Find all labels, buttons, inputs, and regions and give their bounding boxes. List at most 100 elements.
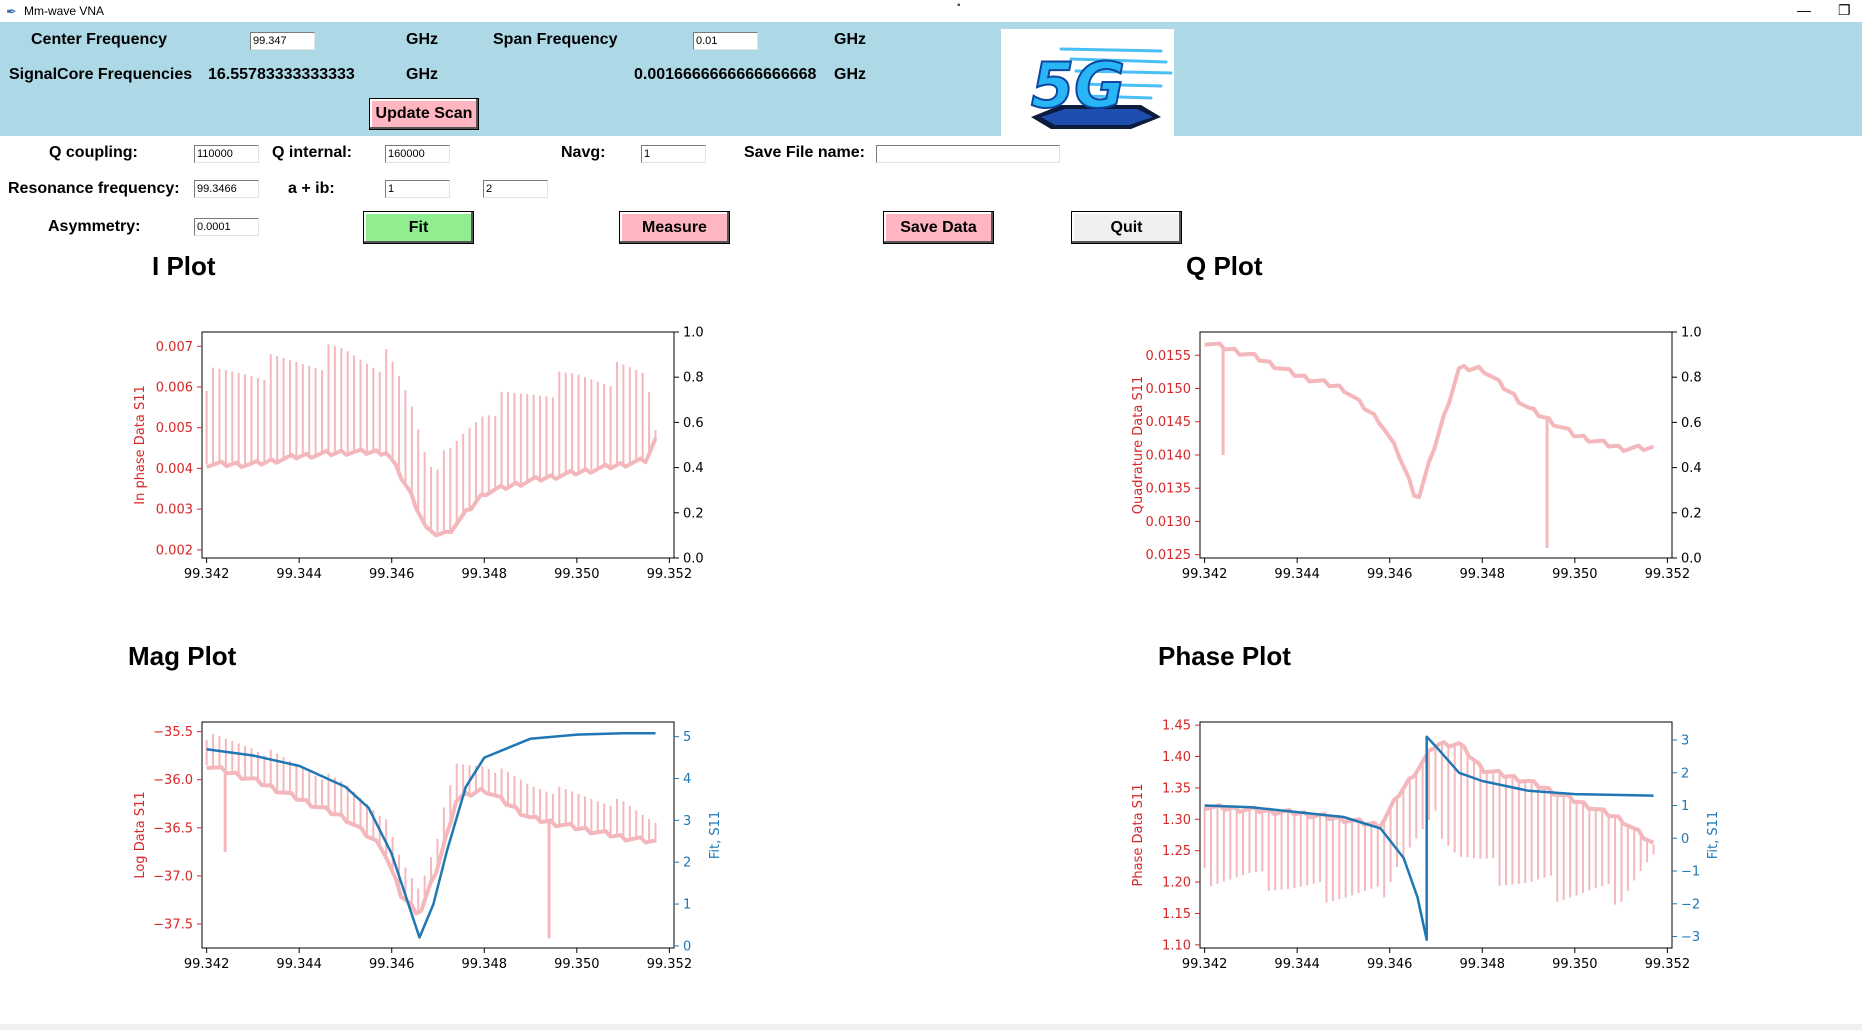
resonance-frequency-input[interactable] bbox=[194, 180, 259, 198]
logo-5g: 5G bbox=[1001, 29, 1174, 136]
mag-xtick-label: 99.346 bbox=[369, 957, 415, 972]
i-right-ytick-label: 0.2 bbox=[683, 506, 704, 521]
save-data-button[interactable]: Save Data bbox=[883, 211, 994, 244]
q-ytick-label: 0.0140 bbox=[1146, 448, 1192, 463]
mag-xtick-label: 99.352 bbox=[647, 957, 693, 972]
q-xtick-label: 99.350 bbox=[1552, 567, 1598, 582]
q-coupling-input[interactable] bbox=[194, 145, 259, 163]
i-right-ytick-label: 1.0 bbox=[683, 326, 704, 341]
span-frequency-unit: GHz bbox=[834, 31, 866, 48]
i-ytick-label: 0.006 bbox=[156, 380, 193, 395]
q-ylabel: Quadrature Data S11 bbox=[1131, 376, 1146, 515]
mag-ytick-label: −36.0 bbox=[153, 773, 193, 788]
mag-right-ytick-label: 3 bbox=[683, 814, 691, 829]
drag-handle-icon[interactable]: ▪ bbox=[957, 0, 961, 11]
mag-plot-chart: 99.342 99.344 99.346 99.348 99.350 99.352 −35.… bbox=[133, 721, 723, 972]
navg-input[interactable] bbox=[641, 145, 706, 163]
phase-right-ytick-label: −3 bbox=[1681, 930, 1700, 945]
phase-plot-chart: 99.342 99.344 99.346 99.348 99.350 99.352 1.10… bbox=[1131, 719, 1721, 972]
span-frequency-input[interactable] bbox=[693, 32, 758, 50]
i-plot-title: I Plot bbox=[152, 251, 216, 281]
mag-right-ylabel: Fit, S11 bbox=[708, 811, 723, 859]
q-ytick-label: 0.0150 bbox=[1146, 382, 1192, 397]
i-right-ytick-label: 0.6 bbox=[683, 416, 704, 431]
mag-data-line bbox=[206, 765, 656, 916]
q-ytick-label: 0.0135 bbox=[1146, 482, 1192, 497]
signalcore-center-unit: GHz bbox=[406, 66, 438, 83]
phase-ylabel: Phase Data S11 bbox=[1131, 784, 1146, 887]
resonance-frequency-label: Resonance frequency: bbox=[8, 180, 180, 197]
mag-xtick-label: 99.348 bbox=[462, 957, 508, 972]
i-xtick-label: 99.352 bbox=[647, 567, 693, 582]
window-titlebar: ✒ Mm-wave VNA ▪ — ❐ bbox=[0, 0, 1862, 22]
i-ytick-label: 0.007 bbox=[156, 340, 193, 355]
mag-fit-line bbox=[206, 732, 656, 939]
i-ytick-label: 0.002 bbox=[156, 543, 193, 558]
signalcore-span-value: 0.0016666666666666668 bbox=[634, 66, 817, 83]
phase-xtick-label: 99.352 bbox=[1645, 957, 1691, 972]
q-right-ytick-label: 1.0 bbox=[1681, 326, 1702, 341]
measure-button[interactable]: Measure bbox=[619, 211, 730, 244]
mag-ytick-label: −36.5 bbox=[153, 821, 193, 836]
fit-button[interactable]: Fit bbox=[363, 211, 474, 244]
q-ytick-label: 0.0130 bbox=[1146, 515, 1192, 530]
i-ylabel: In phase Data S11 bbox=[133, 385, 148, 505]
phase-xtick-label: 99.346 bbox=[1367, 957, 1413, 972]
phase-ytick-label: 1.15 bbox=[1162, 907, 1191, 922]
q-plot-title: Q Plot bbox=[1186, 251, 1263, 281]
mag-xtick-label: 99.344 bbox=[276, 957, 322, 972]
i-ytick-label: 0.005 bbox=[156, 421, 193, 436]
status-strip bbox=[0, 1024, 1862, 1030]
center-frequency-unit: GHz bbox=[406, 31, 438, 48]
signalcore-center-value: 16.55783333333333 bbox=[208, 66, 355, 83]
a-real-input[interactable] bbox=[385, 180, 450, 198]
i-ytick-label: 0.003 bbox=[156, 503, 193, 518]
phase-right-ytick-label: −2 bbox=[1681, 897, 1700, 912]
q-right-ytick-label: 0.6 bbox=[1681, 416, 1702, 431]
mag-right-ytick-label: 1 bbox=[683, 898, 691, 913]
phase-ytick-label: 1.10 bbox=[1162, 938, 1191, 953]
minimize-button[interactable]: — bbox=[1797, 2, 1811, 18]
q-xtick-label: 99.342 bbox=[1182, 567, 1228, 582]
i-xtick-label: 99.350 bbox=[554, 567, 600, 582]
feather-icon: ✒ bbox=[6, 4, 17, 19]
i-xtick-label: 99.342 bbox=[184, 567, 230, 582]
q-ytick-label: 0.0145 bbox=[1146, 415, 1192, 430]
phase-ytick-label: 1.40 bbox=[1162, 750, 1191, 765]
i-plot-chart: 99.342 99.344 99.346 99.348 99.350 99.3520.00… bbox=[133, 326, 704, 583]
q-internal-label: Q internal: bbox=[272, 144, 353, 161]
q-xtick-label: 99.352 bbox=[1645, 567, 1691, 582]
phase-ytick-label: 1.25 bbox=[1162, 844, 1191, 859]
logo-5g-graphic: 5G bbox=[1030, 47, 1173, 129]
i-xtick-label: 99.346 bbox=[369, 567, 415, 582]
q-internal-input[interactable] bbox=[385, 145, 450, 163]
phase-right-ytick-label: 2 bbox=[1681, 766, 1689, 781]
q-plot-chart: 99.342 99.344 99.346 99.348 99.350 99.3520.01… bbox=[1131, 326, 1702, 583]
window-title: Mm-wave VNA bbox=[24, 4, 105, 18]
i-right-ytick-label: 0.8 bbox=[683, 371, 704, 386]
update-scan-button[interactable]: Update Scan bbox=[369, 98, 479, 130]
save-file-name-input[interactable] bbox=[876, 145, 1060, 163]
asymmetry-input[interactable] bbox=[194, 218, 259, 236]
phase-xtick-label: 99.342 bbox=[1182, 957, 1228, 972]
mag-xtick-label: 99.350 bbox=[554, 957, 600, 972]
b-imag-input[interactable] bbox=[483, 180, 548, 198]
mag-right-ytick-label: 2 bbox=[683, 856, 691, 871]
phase-ytick-label: 1.20 bbox=[1162, 876, 1191, 891]
quit-button[interactable]: Quit bbox=[1071, 211, 1182, 244]
i-right-ytick-label: 0.4 bbox=[683, 461, 704, 476]
phase-right-ytick-label: 1 bbox=[1681, 799, 1689, 814]
logo-5g-text: 5G bbox=[1031, 49, 1125, 122]
mag-axes-frame bbox=[201, 721, 675, 949]
q-xtick-label: 99.344 bbox=[1274, 567, 1320, 582]
q-ytick-label: 0.0125 bbox=[1146, 548, 1192, 563]
phase-xtick-label: 99.350 bbox=[1552, 957, 1598, 972]
mag-ytick-label: −35.5 bbox=[153, 725, 193, 740]
mag-xtick-label: 99.342 bbox=[184, 957, 230, 972]
q-data-line bbox=[1204, 341, 1655, 500]
mag-right-ytick-label: 5 bbox=[683, 730, 691, 745]
center-frequency-input[interactable] bbox=[250, 32, 315, 50]
phase-right-ytick-label: 3 bbox=[1681, 734, 1689, 749]
restore-button[interactable]: ❐ bbox=[1838, 2, 1851, 19]
q-ytick-label: 0.0155 bbox=[1146, 349, 1192, 364]
